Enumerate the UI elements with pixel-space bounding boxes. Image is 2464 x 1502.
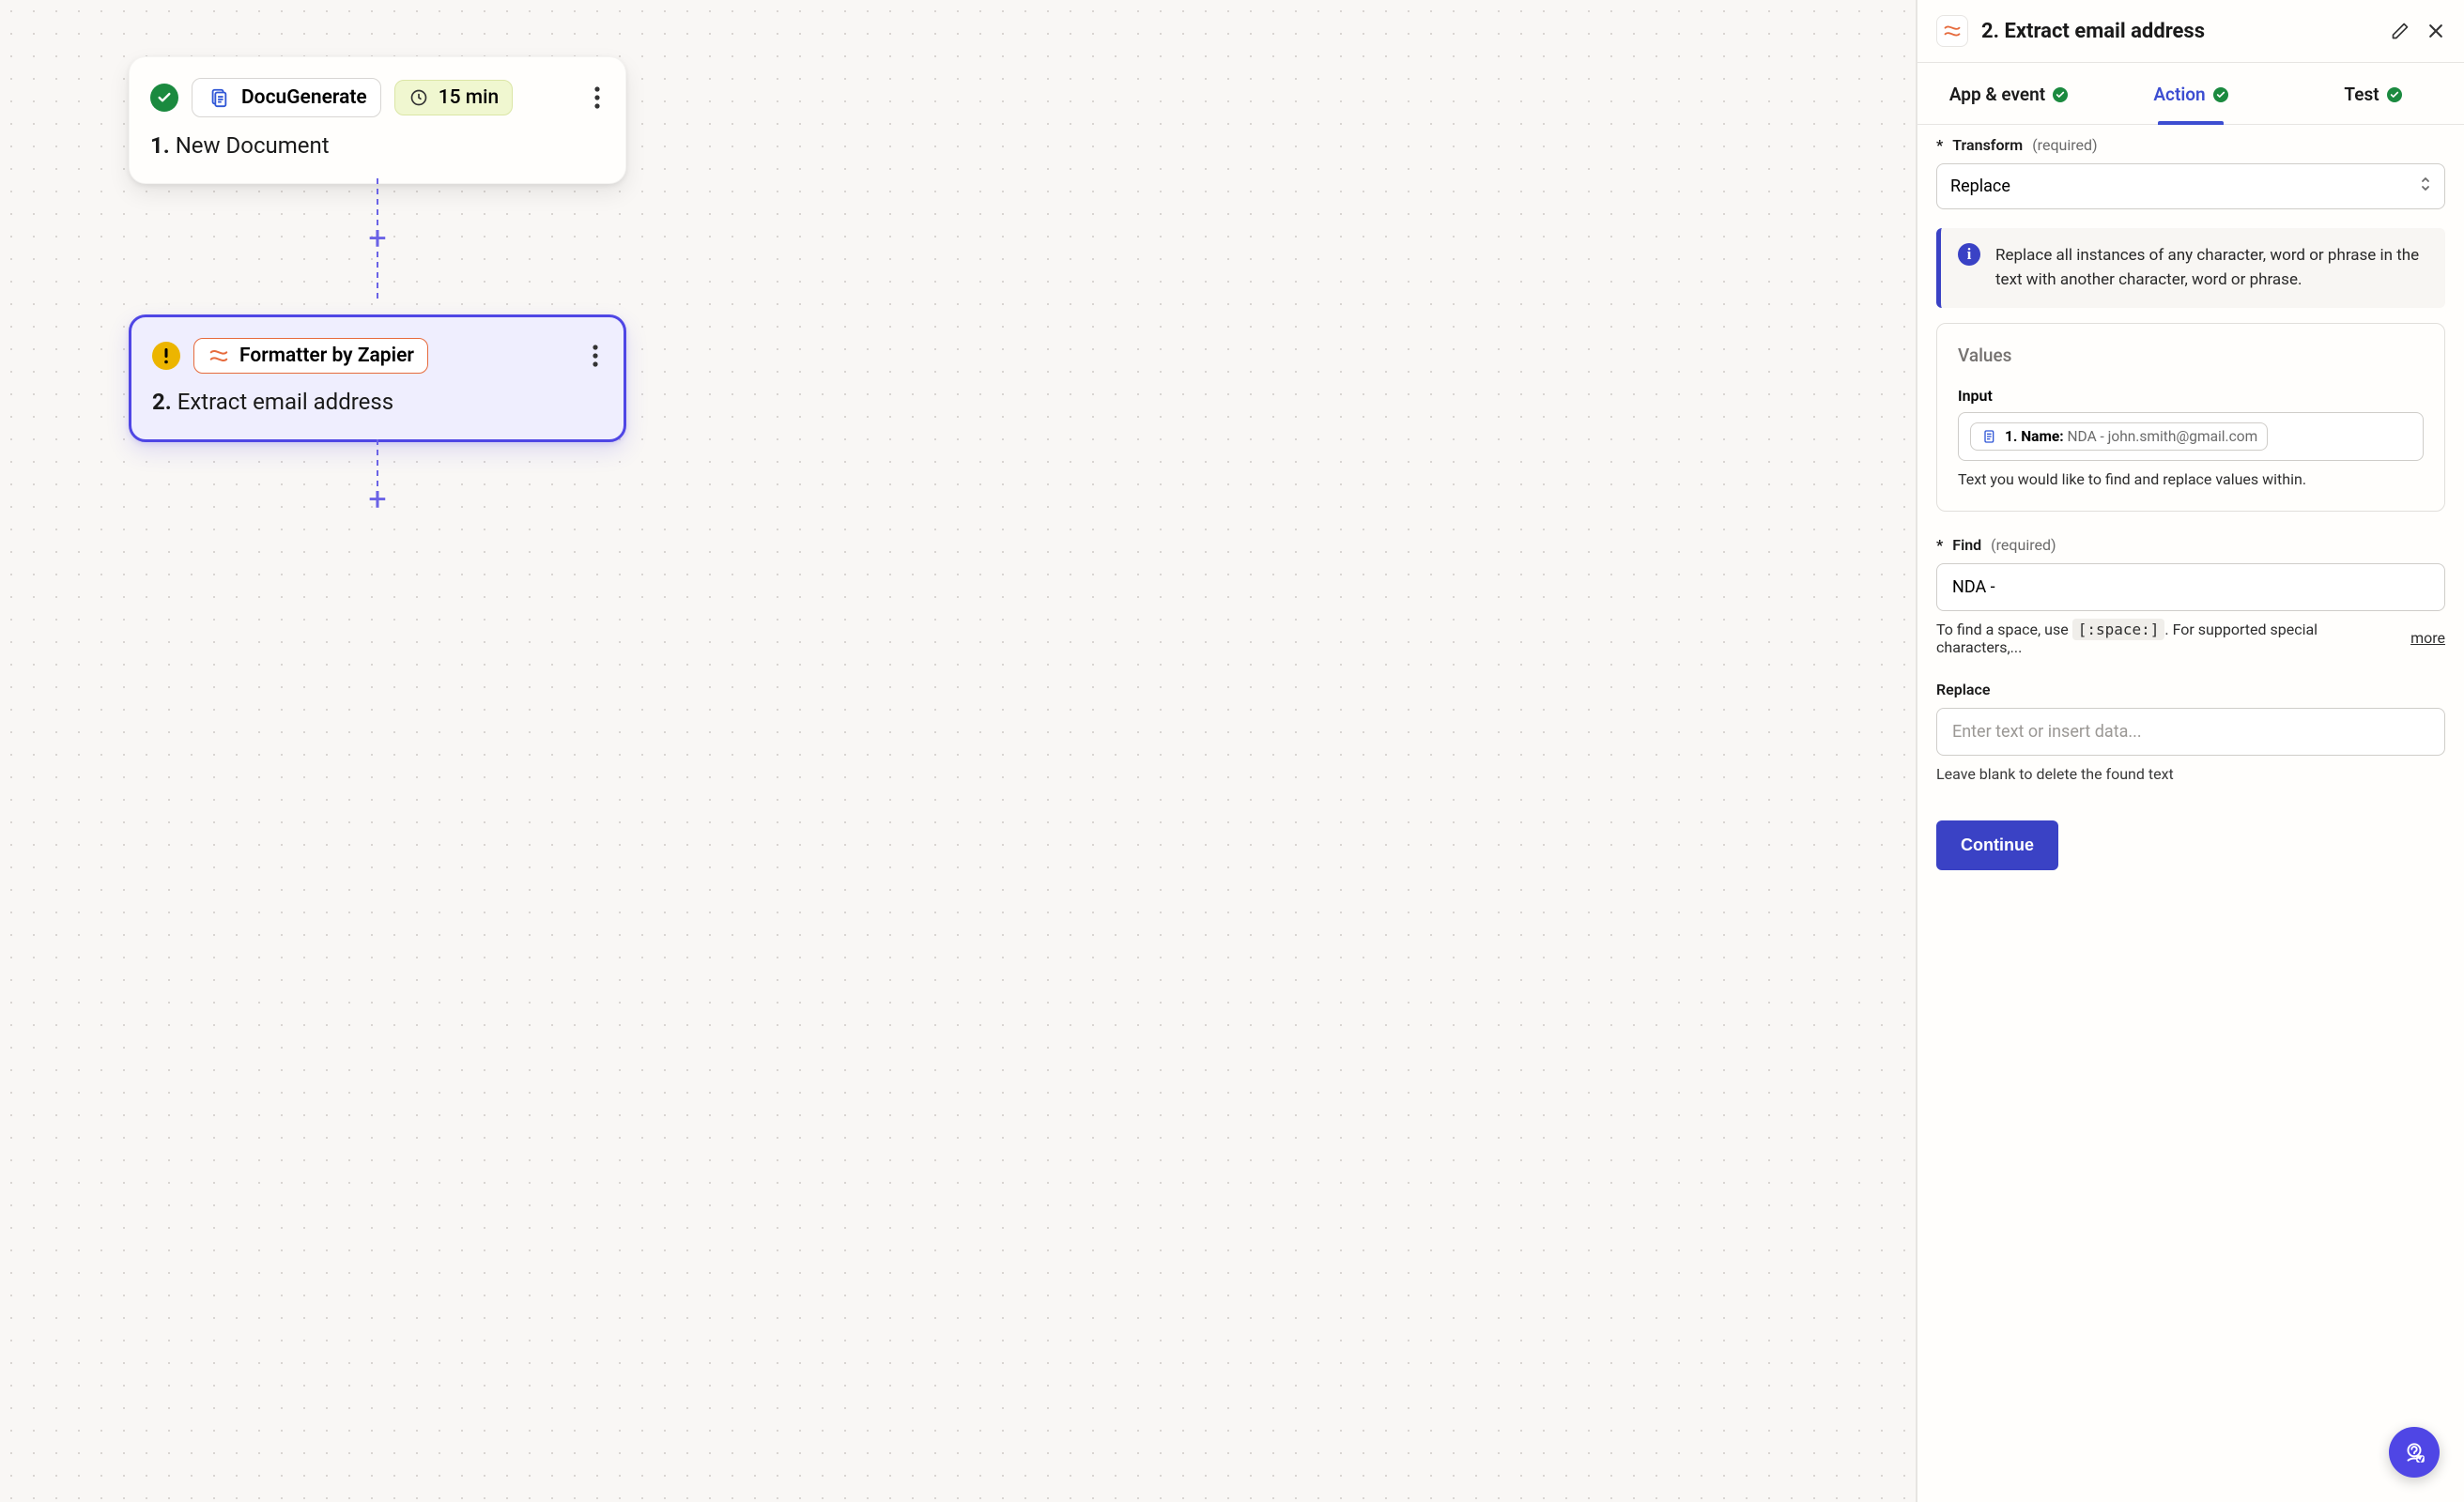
more-link[interactable]: more <box>2410 629 2445 647</box>
check-circle-icon <box>150 84 178 112</box>
values-section-title: Values <box>1958 345 2424 366</box>
tab-label: Test <box>2344 84 2379 105</box>
edit-icon[interactable] <box>2391 22 2410 40</box>
transform-select-value: Replace <box>1950 176 2010 196</box>
help-fab[interactable] <box>2389 1427 2440 1478</box>
formatter-icon <box>1936 15 1968 47</box>
info-text: Replace all instances of any character, … <box>1995 243 2428 293</box>
step-title: 1. New Document <box>150 132 605 159</box>
timer-chip[interactable]: 15 min <box>394 80 513 115</box>
transform-label: * Transform (required) <box>1936 136 2445 154</box>
app-chip-docugenerate[interactable]: DocuGenerate <box>192 78 381 117</box>
tab-label: App & event <box>1949 84 2045 105</box>
tab-label: Action <box>2153 84 2205 105</box>
find-input[interactable] <box>1936 563 2445 611</box>
connector: + <box>129 439 626 513</box>
workflow-canvas[interactable]: DocuGenerate 15 min 1. New Document + <box>0 0 1916 1502</box>
replace-label: Replace <box>1936 681 2445 698</box>
app-chip-label: Formatter by Zapier <box>239 345 414 367</box>
more-vert-icon[interactable] <box>590 82 605 114</box>
connector: + <box>129 178 626 299</box>
check-circle-icon <box>2213 87 2228 102</box>
step-title: 2. Extract email address <box>152 389 603 415</box>
tab-app-event[interactable]: App & event <box>1917 63 2100 124</box>
find-help-text: To find a space, use [:space:]. For supp… <box>1936 621 2445 656</box>
step-node-2[interactable]: Formatter by Zapier 2. Extract email add… <box>129 314 626 442</box>
values-section: Values Input 1. Name: NDA - john.smith@g… <box>1936 323 2445 512</box>
step-node-1[interactable]: DocuGenerate 15 min 1. New Document <box>129 56 626 184</box>
formatter-icon <box>208 345 230 367</box>
replace-input[interactable] <box>1936 708 2445 756</box>
connector-line <box>377 178 378 225</box>
tab-test[interactable]: Test <box>2282 63 2464 124</box>
add-step-button[interactable]: + <box>368 486 386 513</box>
more-vert-icon[interactable] <box>588 340 603 372</box>
add-step-button[interactable]: + <box>368 225 386 252</box>
panel-header: 2. Extract email address <box>1917 0 2464 63</box>
find-label: * Find (required) <box>1936 536 2445 554</box>
info-icon: i <box>1958 243 1980 266</box>
data-pill[interactable]: 1. Name: NDA - john.smith@gmail.com <box>1970 422 2268 451</box>
continue-button[interactable]: Continue <box>1936 820 2058 870</box>
check-circle-icon <box>2387 87 2402 102</box>
input-field[interactable]: 1. Name: NDA - john.smith@gmail.com <box>1958 412 2424 461</box>
check-circle-icon <box>2053 87 2068 102</box>
panel-tabs: App & event Action Test <box>1917 63 2464 125</box>
panel-body: * Transform (required) Replace i Replace… <box>1917 125 2464 1502</box>
info-box: i Replace all instances of any character… <box>1936 228 2445 308</box>
replace-help-text: Leave blank to delete the found text <box>1936 765 2445 783</box>
input-help-text: Text you would like to find and replace … <box>1958 470 2424 488</box>
app-chip-label: DocuGenerate <box>241 86 367 109</box>
transform-select[interactable]: Replace <box>1936 163 2445 209</box>
step-config-panel: 2. Extract email address App & event Act… <box>1916 0 2464 1502</box>
input-label: Input <box>1958 387 2424 405</box>
timer-chip-label: 15 min <box>439 86 499 109</box>
document-icon <box>1980 428 1997 445</box>
connector-line <box>377 252 378 299</box>
close-icon[interactable] <box>2426 22 2445 40</box>
warning-circle-icon <box>152 342 180 370</box>
clock-icon <box>408 87 429 108</box>
app-chip-formatter[interactable]: Formatter by Zapier <box>193 338 428 374</box>
chevron-up-down-icon <box>2420 176 2431 197</box>
tab-action[interactable]: Action <box>2100 63 2282 124</box>
panel-title: 2. Extract email address <box>1981 20 2205 43</box>
connector-line <box>377 439 378 486</box>
document-icon <box>206 84 232 111</box>
pill-label: 1. Name: NDA - john.smith@gmail.com <box>2005 428 2257 445</box>
